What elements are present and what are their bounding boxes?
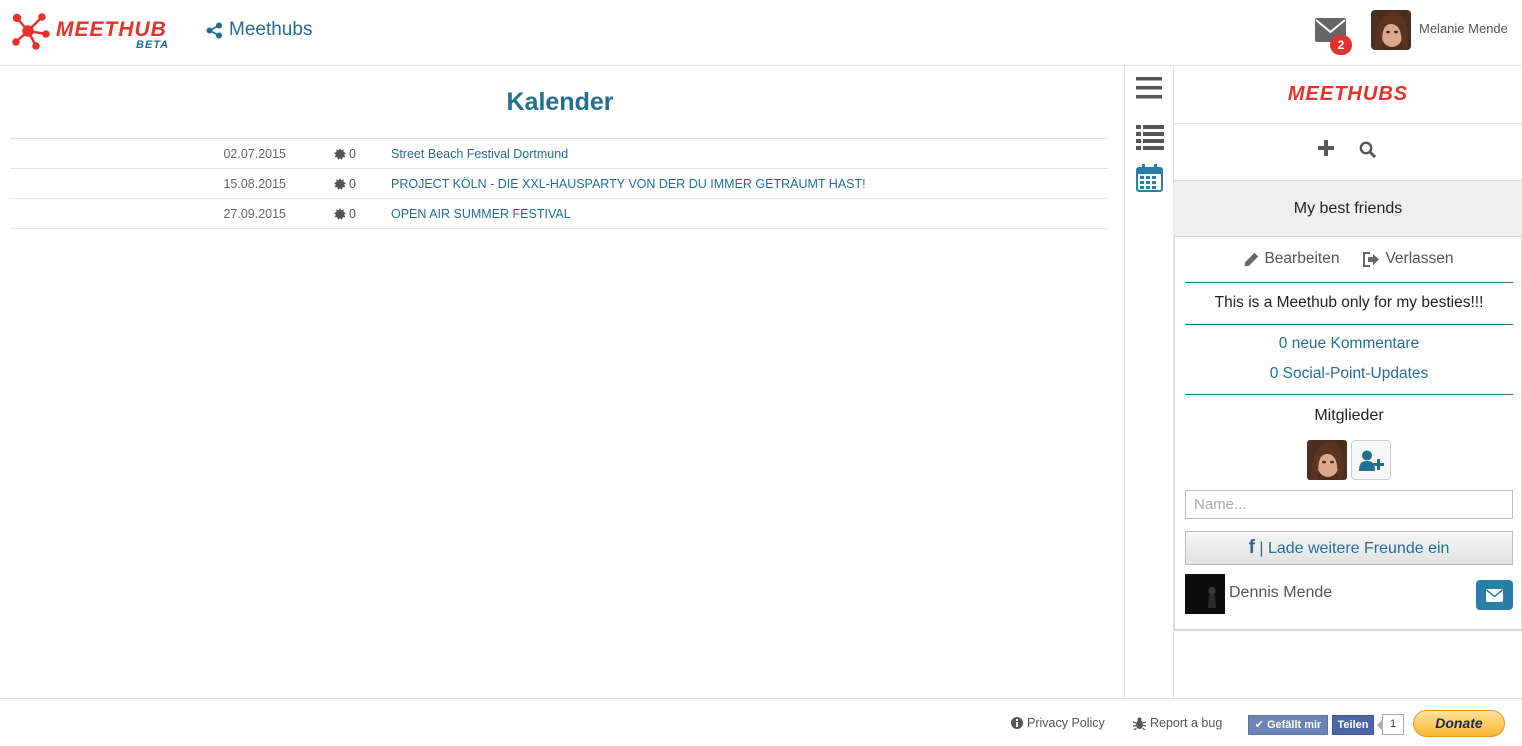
invite-facebook-label: | Lade weitere Freunde ein <box>1259 540 1450 557</box>
plus-icon <box>1318 140 1334 156</box>
message-friend-button[interactable] <box>1476 580 1513 610</box>
pencil-icon <box>1245 252 1259 266</box>
member-avatar-image <box>1307 440 1347 480</box>
check-icon: ✔ <box>1254 719 1264 731</box>
table-row: 15.08.2015 0 PROJECT KÖLN - DIE XXL-HAUS… <box>10 169 1108 199</box>
event-link[interactable]: PROJECT KÖLN - DIE XXL-HAUSPARTY VON DER… <box>391 177 866 191</box>
leave-group-label: Verlassen <box>1385 250 1454 267</box>
facebook-share-button[interactable]: Teilen <box>1332 715 1374 735</box>
invite-facebook-friends-button[interactable]: f | Lade weitere Freunde ein <box>1185 531 1513 565</box>
privacy-policy-link[interactable]: Privacy Policy <box>1011 716 1105 730</box>
privacy-policy-label: Privacy Policy <box>1027 716 1105 730</box>
event-link[interactable]: OPEN AIR SUMMER FESTIVAL <box>391 207 571 221</box>
member-avatar[interactable] <box>1307 440 1347 480</box>
messages-button[interactable]: 2 <box>1314 16 1352 55</box>
list-view-button[interactable] <box>1136 124 1164 152</box>
meethub-logo-icon <box>12 13 50 50</box>
menu-button[interactable] <box>1136 76 1164 104</box>
logo-beta-label: BETA <box>136 39 170 51</box>
report-bug-link[interactable]: Report a bug <box>1133 716 1222 730</box>
social-point-icon <box>334 208 346 220</box>
add-meethub-button[interactable] <box>1318 140 1338 162</box>
donate-button[interactable]: Donate <box>1413 710 1505 737</box>
messages-count-badge: 2 <box>1330 35 1352 55</box>
view-switcher <box>1124 66 1174 698</box>
social-point-updates-link[interactable]: 0 Social-Point-Updates <box>1185 365 1513 383</box>
list-icon <box>1136 125 1164 150</box>
user-plus-icon <box>1359 450 1384 471</box>
edit-group-label: Bearbeiten <box>1264 250 1340 267</box>
meethub-panel: MEETHUBS My best friends Bearbeiten Verl… <box>1174 66 1522 698</box>
group-title[interactable]: My best friends <box>1174 181 1522 237</box>
top-navbar: MEETHUB BETA Meethubs 2 Melanie Mende <box>0 0 1522 66</box>
user-avatar[interactable] <box>1371 10 1411 50</box>
panel-logo: MEETHUBS <box>1174 66 1522 124</box>
event-points: 0 <box>334 207 356 221</box>
event-date: 02.07.2015 <box>223 147 286 161</box>
calendar-main: Kalender 02.07.2015 0 Street Beach Festi… <box>0 66 1124 698</box>
group-description: This is a Meethub only for my besties!!! <box>1185 283 1513 325</box>
friend-name[interactable]: Dennis Mende <box>1229 584 1332 602</box>
user-avatar-image <box>1371 10 1411 50</box>
table-row: 02.07.2015 0 Street Beach Festival Dortm… <box>10 139 1108 169</box>
event-points-count: 0 <box>349 177 356 191</box>
event-date: 27.09.2015 <box>223 207 286 221</box>
table-row: 27.09.2015 0 OPEN AIR SUMMER FESTIVAL <box>10 199 1108 229</box>
friend-avatar[interactable] <box>1185 574 1225 614</box>
calendar-view-button[interactable] <box>1136 164 1164 192</box>
nav-meethubs-link[interactable]: Meethubs <box>206 19 312 41</box>
sign-out-icon <box>1363 251 1380 267</box>
report-bug-label: Report a bug <box>1150 716 1223 730</box>
leave-group-button[interactable]: Verlassen <box>1363 247 1454 271</box>
event-date: 15.08.2015 <box>223 177 286 191</box>
event-points-count: 0 <box>349 207 356 221</box>
event-points: 0 <box>334 147 356 161</box>
divider <box>1185 394 1513 395</box>
facebook-like-count: 1 <box>1377 714 1404 735</box>
edit-group-button[interactable]: Bearbeiten <box>1244 247 1339 271</box>
hamburger-icon <box>1136 77 1162 99</box>
group-actions: Bearbeiten Verlassen <box>1185 247 1513 283</box>
search-meethub-button[interactable] <box>1359 141 1379 161</box>
friend-avatar-image <box>1185 574 1225 614</box>
user-name[interactable]: Melanie Mende <box>1419 21 1508 36</box>
calendar-table: 02.07.2015 0 Street Beach Festival Dortm… <box>10 138 1108 229</box>
group-details: Bearbeiten Verlassen This is a Meethub o… <box>1174 237 1522 631</box>
search-icon <box>1359 141 1377 159</box>
facebook-icon: f <box>1248 537 1255 558</box>
info-icon <box>1011 717 1023 729</box>
social-point-icon <box>334 178 346 190</box>
meethub-logo[interactable]: MEETHUB BETA <box>12 12 182 52</box>
share-icon <box>206 22 222 38</box>
event-points-count: 0 <box>349 147 356 161</box>
facebook-like-label: Gefällt mir <box>1266 719 1322 731</box>
add-member-button[interactable] <box>1351 440 1391 480</box>
nav-meethubs-label: Meethubs <box>229 19 313 40</box>
calendar-icon <box>1136 164 1163 192</box>
social-point-icon <box>334 148 346 160</box>
bug-icon <box>1133 717 1146 730</box>
footer: Privacy Policy Report a bug ✔ Gefällt mi… <box>0 698 1522 746</box>
panel-toolbar <box>1174 124 1522 181</box>
new-comments-link[interactable]: 0 neue Kommentare <box>1185 335 1513 353</box>
page-title: Kalender <box>506 88 614 116</box>
envelope-icon <box>1486 589 1503 602</box>
members-heading: Mitglieder <box>1314 407 1384 424</box>
member-name-input[interactable] <box>1185 490 1513 519</box>
event-points: 0 <box>334 177 356 191</box>
event-link[interactable]: Street Beach Festival Dortmund <box>391 147 568 161</box>
facebook-like-button[interactable]: ✔ Gefällt mir <box>1248 715 1328 735</box>
